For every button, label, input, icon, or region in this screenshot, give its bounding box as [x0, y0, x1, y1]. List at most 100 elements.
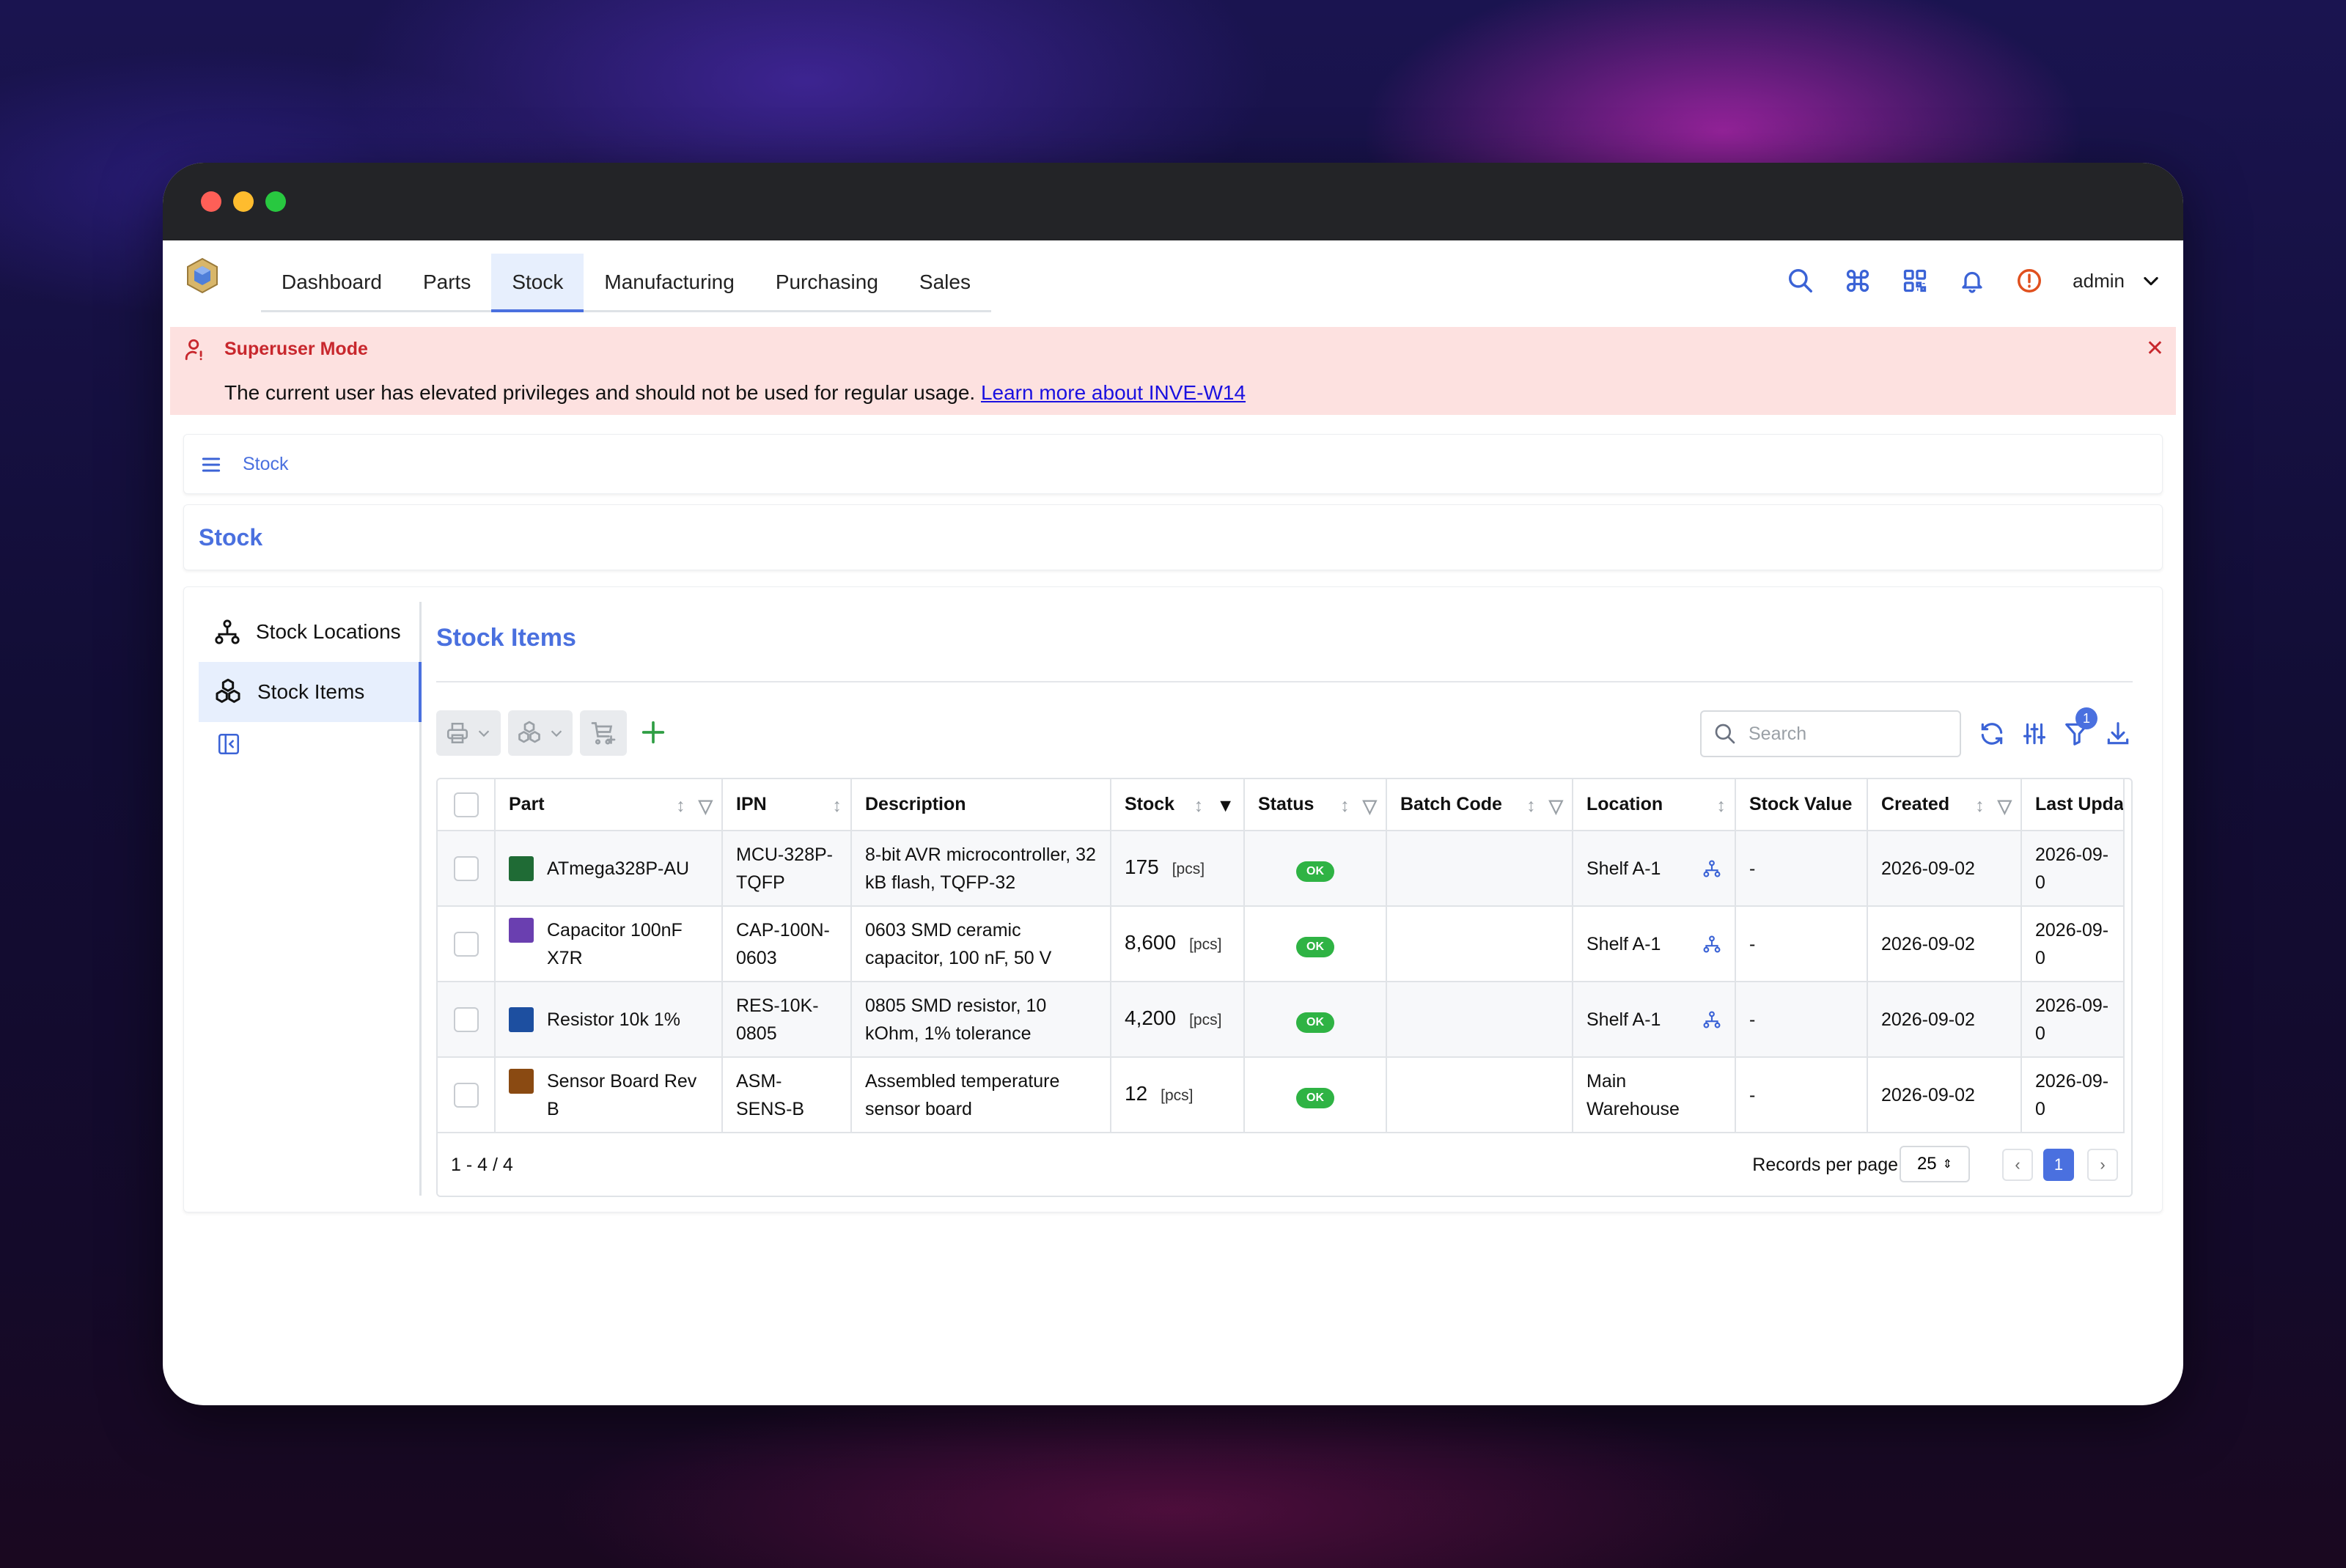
nav-tab-purchasing[interactable]: Purchasing: [755, 254, 899, 310]
search-icon[interactable]: [1787, 267, 1814, 295]
user-menu[interactable]: admin: [2073, 270, 2161, 292]
command-icon[interactable]: [1844, 267, 1872, 295]
location-cell[interactable]: Shelf A-1: [1573, 982, 1736, 1058]
stock-cell: 4,200 [pcs]: [1111, 982, 1245, 1058]
column-label: Last Updat: [2035, 794, 2124, 814]
location-name: Shelf A-1: [1586, 933, 1661, 954]
sidenav-item-stock-locations[interactable]: Stock Locations: [199, 602, 422, 662]
sort-icon[interactable]: ↕: [1717, 795, 1727, 817]
row-checkbox[interactable]: [453, 1006, 479, 1032]
status-badge: OK: [1296, 936, 1334, 957]
order-parts-button[interactable]: [580, 710, 627, 756]
download-icon[interactable]: [2103, 719, 2133, 748]
menu-icon[interactable]: [199, 453, 224, 476]
part-cell[interactable]: Capacitor 100nF X7R: [495, 906, 723, 982]
filter-icon[interactable]: ▽: [699, 795, 713, 817]
column-header-batch-code[interactable]: Batch Code ↕ ▽: [1386, 779, 1573, 831]
row-checkbox[interactable]: [453, 855, 479, 881]
batch-cell: [1386, 831, 1573, 907]
print-button[interactable]: [436, 710, 501, 756]
part-thumbnail: [509, 917, 534, 943]
records-per-page-label: Records per page: [1752, 1155, 1898, 1175]
row-select-cell: [438, 906, 496, 982]
minimize-window-button[interactable]: [233, 191, 254, 212]
table-row[interactable]: ATmega328P-AU MCU-328P-TQFP 8-bit AVR mi…: [438, 831, 2125, 907]
next-page-button[interactable]: ›: [2087, 1149, 2118, 1181]
close-icon[interactable]: ✕: [2146, 336, 2164, 361]
nav-tab-parts[interactable]: Parts: [402, 254, 491, 310]
bell-icon[interactable]: [1958, 267, 1986, 295]
table-toolbar: 1: [436, 707, 2133, 759]
row-checkbox[interactable]: [453, 931, 479, 957]
records-per-page-select[interactable]: 25 ⇕: [1900, 1146, 1970, 1182]
select-all-checkbox[interactable]: [453, 792, 479, 817]
ipn-cell: MCU-328P-TQFP: [722, 831, 852, 907]
row-checkbox[interactable]: [453, 1082, 479, 1108]
filter-icon[interactable]: ▽: [1998, 795, 2012, 817]
adjustments-icon[interactable]: [2020, 719, 2049, 748]
sort-icon[interactable]: ↕: [833, 795, 842, 817]
column-header-stock[interactable]: Stock ↕ ▼: [1111, 779, 1245, 831]
sidenav-item-stock-items[interactable]: Stock Items: [199, 662, 422, 722]
add-stock-icon[interactable]: [639, 718, 668, 747]
filter-icon[interactable]: 1: [2062, 707, 2097, 748]
filter-active-icon[interactable]: ▼: [1216, 795, 1235, 817]
sidebar-collapse-icon[interactable]: [216, 732, 241, 757]
stock-items-table: Part ↕ ▽ IPN ↕ Description Stock ↕ ▼ Statu…: [436, 778, 2133, 1197]
refresh-icon[interactable]: [1977, 719, 2007, 748]
sitemap-icon[interactable]: [1702, 1010, 1721, 1029]
part-cell[interactable]: Sensor Board Rev B: [495, 1057, 723, 1133]
column-header-part[interactable]: Part ↕ ▽: [495, 779, 723, 831]
select-all-cell: [438, 779, 496, 831]
table-row[interactable]: Resistor 10k 1% RES-10K-0805 0805 SMD re…: [438, 982, 2125, 1058]
updated-cell: 2026-09-0: [2021, 831, 2125, 907]
filter-icon[interactable]: ▽: [1549, 795, 1563, 817]
row-select-cell: [438, 1057, 496, 1133]
qrcode-icon[interactable]: [1901, 267, 1929, 295]
location-name: Main Warehouse: [1586, 1070, 1680, 1119]
stock-actions-button[interactable]: [508, 710, 573, 756]
table-footer: 1 - 4 / 4 Records per page 25 ⇕ ‹ 1 ›: [438, 1135, 2131, 1196]
sort-icon[interactable]: ↕: [1194, 795, 1204, 817]
sort-icon[interactable]: ↕: [1975, 795, 1985, 817]
description-cell: Assembled temperature sensor board: [851, 1057, 1111, 1133]
nav-tab-sales[interactable]: Sales: [899, 254, 991, 310]
location-cell[interactable]: Shelf A-1: [1573, 831, 1736, 907]
column-header-created[interactable]: Created ↕ ▽: [1867, 779, 2022, 831]
column-header-stock-value[interactable]: Stock Value: [1735, 779, 1868, 831]
close-window-button[interactable]: [201, 191, 221, 212]
nav-tab-dashboard[interactable]: Dashboard: [261, 254, 402, 310]
location-cell[interactable]: Main Warehouse: [1573, 1057, 1736, 1133]
alert-learn-more-link[interactable]: Learn more about INVE-W14: [981, 381, 1246, 404]
part-cell[interactable]: Resistor 10k 1%: [495, 982, 723, 1058]
column-label: Status: [1258, 794, 1314, 814]
part-cell[interactable]: ATmega328P-AU: [495, 831, 723, 907]
column-header-location[interactable]: Location ↕: [1573, 779, 1736, 831]
nav-tab-stock[interactable]: Stock: [491, 254, 584, 312]
previous-page-button[interactable]: ‹: [2002, 1149, 2033, 1181]
page-button-current[interactable]: 1: [2043, 1149, 2074, 1181]
table-row[interactable]: Capacitor 100nF X7R CAP-100N-0603 0603 S…: [438, 906, 2125, 982]
sort-icon[interactable]: ↕: [1526, 795, 1536, 817]
maximize-window-button[interactable]: [265, 191, 286, 212]
alert-circle-icon[interactable]: [2015, 267, 2043, 295]
column-header-status[interactable]: Status ↕ ▽: [1244, 779, 1387, 831]
panel-title: Stock Items: [436, 624, 576, 652]
sort-icon[interactable]: ↕: [676, 795, 685, 817]
sitemap-icon[interactable]: [1702, 859, 1721, 878]
breadcrumb-stock[interactable]: Stock: [243, 454, 289, 475]
column-header-description[interactable]: Description: [851, 779, 1111, 831]
sitemap-icon[interactable]: [1702, 935, 1721, 954]
column-header-last-updated[interactable]: Last Updat: [2021, 779, 2125, 831]
column-header-ipn[interactable]: IPN ↕: [722, 779, 852, 831]
nav-tab-manufacturing[interactable]: Manufacturing: [584, 254, 754, 310]
location-cell[interactable]: Shelf A-1: [1573, 906, 1736, 982]
status-cell: OK: [1244, 831, 1387, 907]
search-input[interactable]: [1749, 723, 1939, 745]
table-row[interactable]: Sensor Board Rev B ASM-SENS-B Assembled …: [438, 1057, 2125, 1133]
filter-icon[interactable]: ▽: [1363, 795, 1377, 817]
superuser-alert: Superuser Mode The current user has elev…: [170, 327, 2176, 415]
inventree-logo[interactable]: [183, 257, 221, 295]
sort-icon[interactable]: ↕: [1340, 795, 1350, 817]
stock-quantity: 8,600: [1125, 931, 1177, 954]
